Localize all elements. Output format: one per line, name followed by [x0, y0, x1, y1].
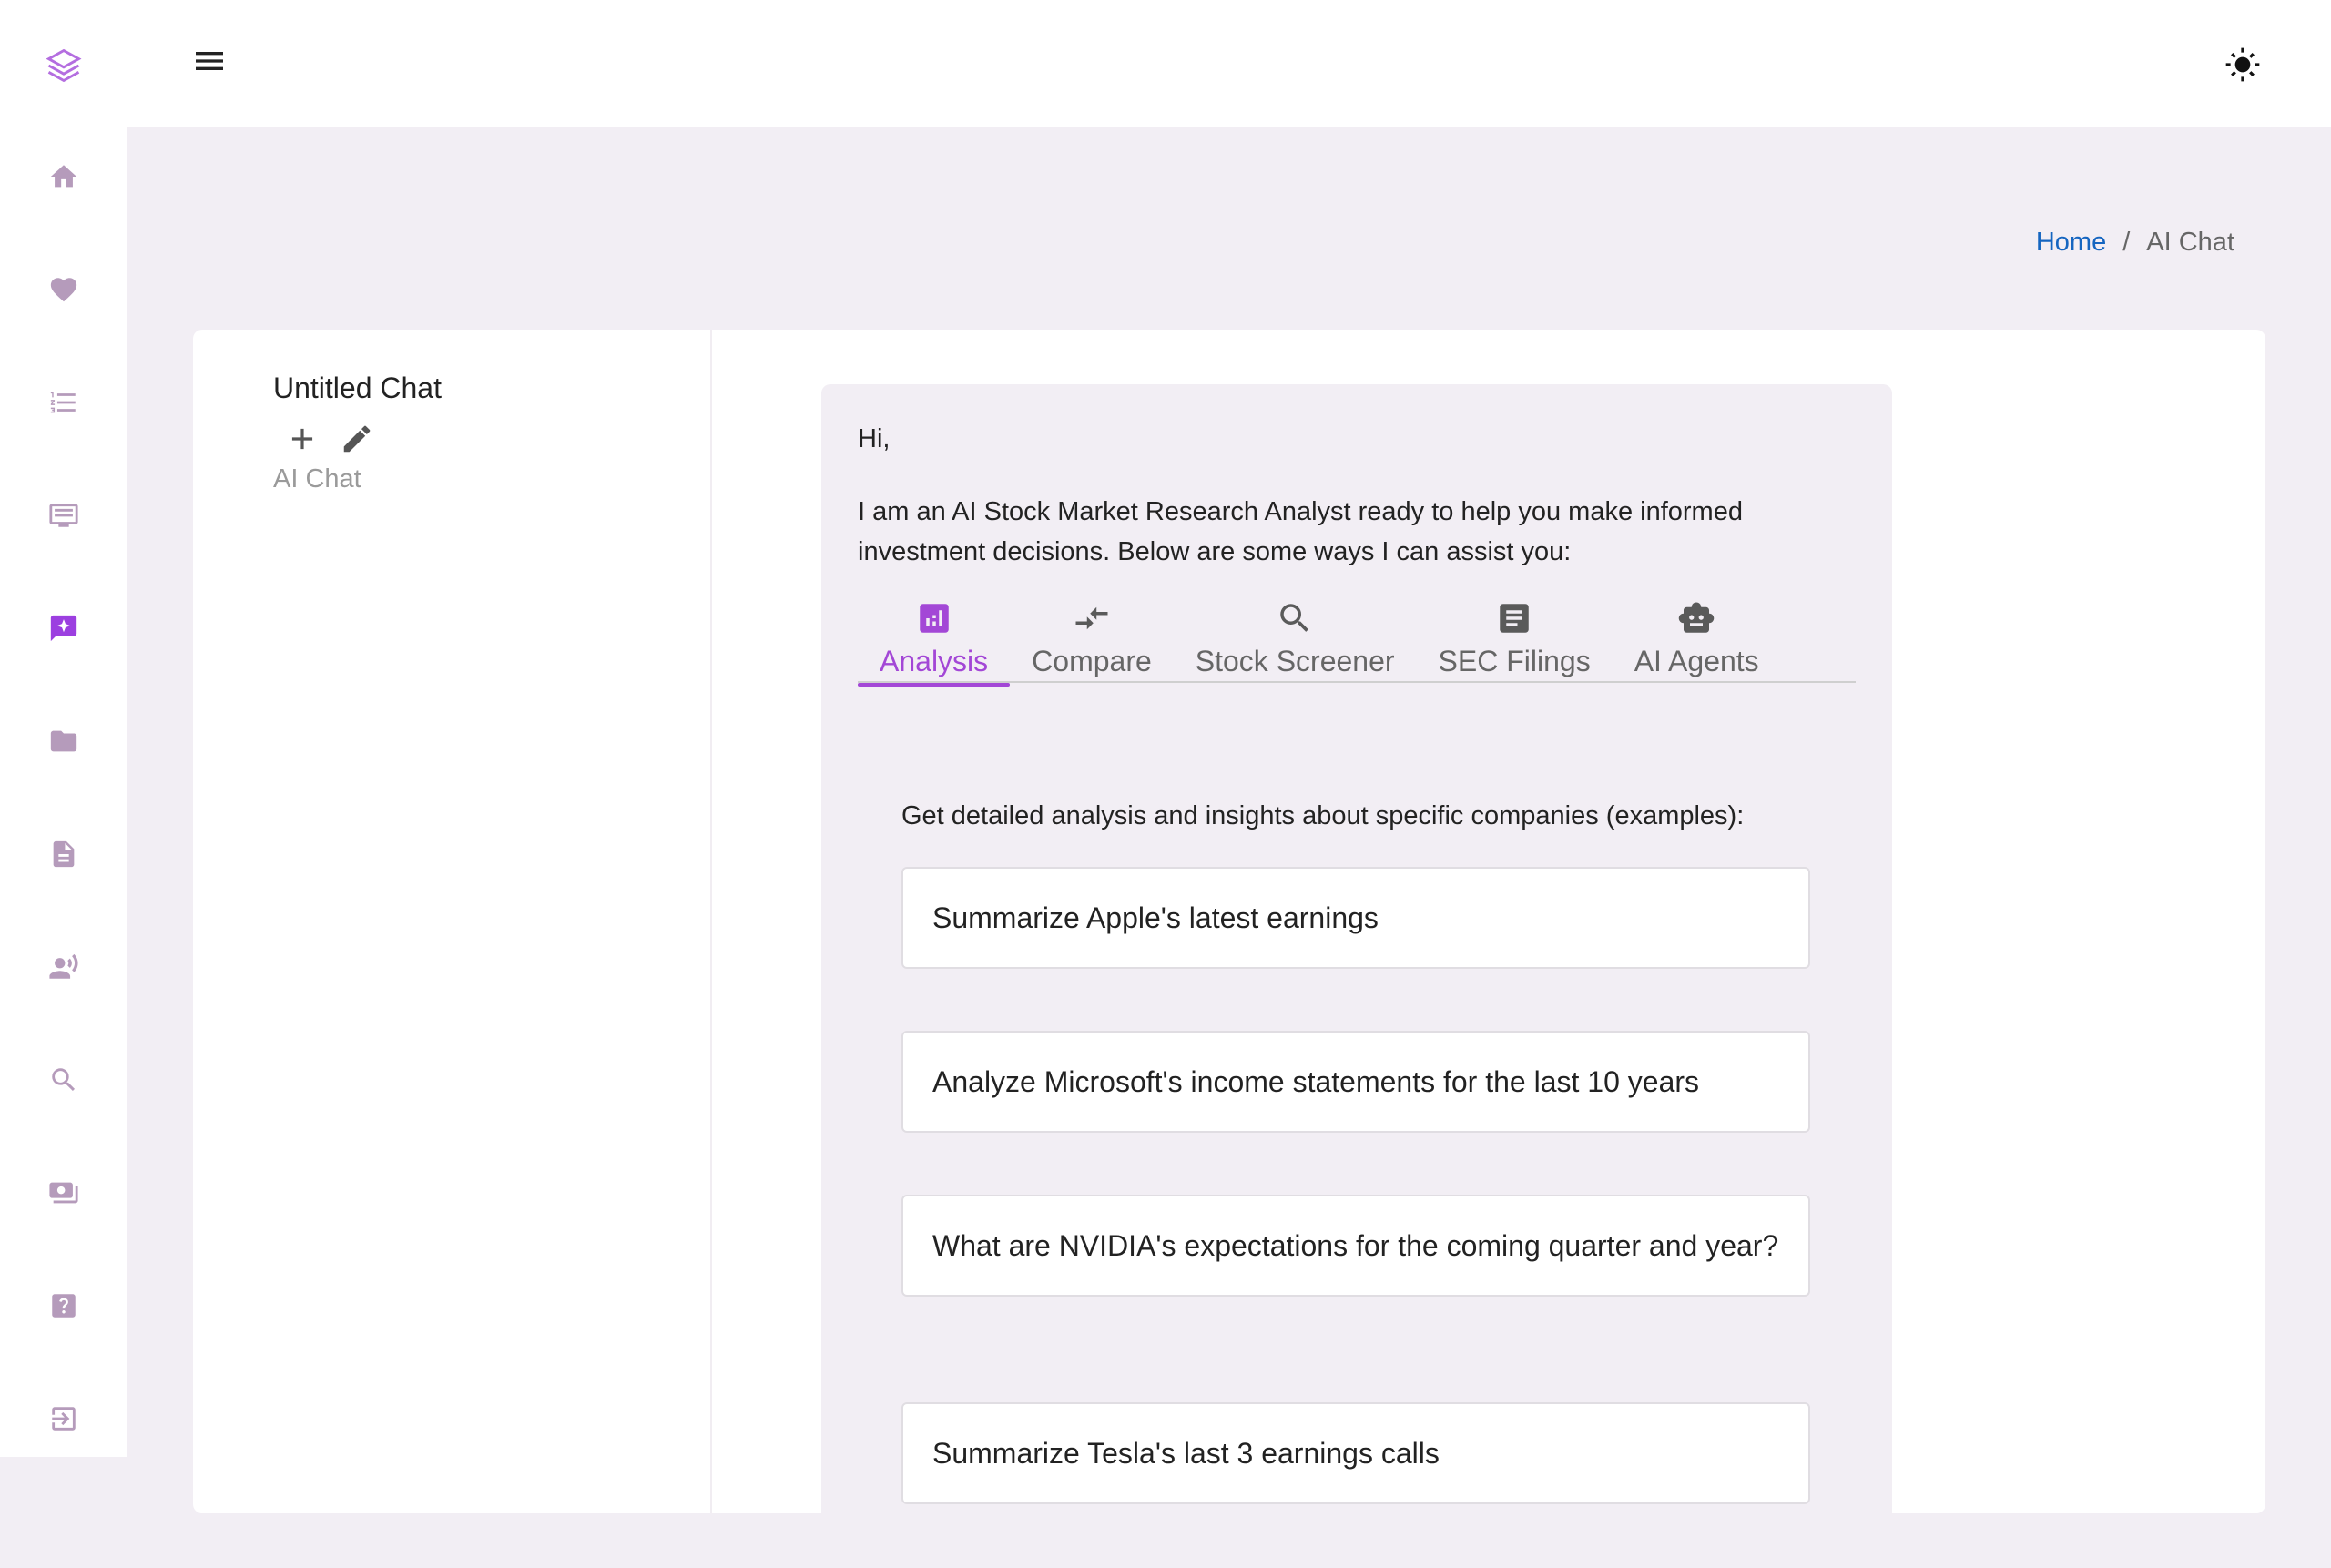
tab-stock-screener[interactable]: Stock Screener	[1174, 592, 1417, 681]
tab-sec-filings[interactable]: SEC Filings	[1417, 592, 1613, 681]
bar-chart-icon	[919, 604, 949, 633]
search-icon	[1280, 604, 1308, 632]
greeting-text: Hi,	[858, 424, 891, 453]
chat-subtitle[interactable]: AI Chat	[273, 464, 361, 494]
chat-message-panel: Hi, I am an AI Stock Market Research Ana…	[821, 384, 1892, 1568]
tab-compare[interactable]: Compare	[1010, 592, 1174, 681]
example-prompt-apple[interactable]: Summarize Apple's latest earnings	[901, 867, 1810, 969]
rename-chat-button[interactable]	[335, 417, 379, 461]
compare-arrows-icon	[1075, 606, 1108, 630]
help-icon[interactable]	[33, 1275, 95, 1337]
ai-chat-icon[interactable]	[33, 597, 95, 659]
list-icon[interactable]	[33, 372, 95, 433]
tab-description: Get detailed analysis and insights about…	[901, 801, 1745, 830]
new-chat-button[interactable]	[280, 417, 324, 461]
top-bar	[127, 0, 2331, 127]
example-prompt-tesla[interactable]: Summarize Tesla's last 3 earnings calls	[901, 1402, 1810, 1504]
document-icon[interactable]	[33, 823, 95, 885]
tab-label: Stock Screener	[1195, 645, 1395, 677]
voice-icon[interactable]	[33, 936, 95, 998]
main-card: Untitled Chat AI Chat Hi, I am an AI Sto…	[193, 330, 2265, 1568]
capability-tabs: Analysis Compare Stock Screener SEC Fili…	[858, 592, 1856, 687]
heart-icon[interactable]	[33, 259, 95, 321]
breadcrumb-home-link[interactable]: Home	[2036, 228, 2106, 258]
screen-icon[interactable]	[33, 484, 95, 546]
folder-icon[interactable]	[33, 710, 95, 772]
logo-icon[interactable]	[33, 35, 95, 97]
money-icon[interactable]	[33, 1162, 95, 1224]
tab-analysis[interactable]: Analysis	[858, 592, 1011, 687]
search-icon[interactable]	[33, 1049, 95, 1111]
tab-ai-agents[interactable]: AI Agents	[1613, 592, 1781, 681]
example-prompt-microsoft[interactable]: Analyze Microsoft's income statements fo…	[901, 1031, 1810, 1133]
chat-sidebar: Untitled Chat AI Chat	[193, 330, 712, 1513]
document-icon	[1500, 604, 1529, 633]
breadcrumb-current: AI Chat	[2146, 228, 2234, 257]
breadcrumb: Home / AI Chat	[2036, 228, 2234, 258]
plus-icon	[291, 428, 313, 450]
tab-label: Compare	[1032, 645, 1152, 677]
menu-icon[interactable]	[182, 38, 237, 84]
chat-actions	[280, 417, 379, 461]
tab-label: AI Agents	[1634, 645, 1759, 677]
robot-icon	[1678, 602, 1715, 633]
chat-title: Untitled Chat	[273, 372, 442, 404]
logout-icon[interactable]	[33, 1388, 95, 1450]
pencil-icon	[343, 425, 371, 453]
intro-text: I am an AI Stock Market Research Analyst…	[858, 497, 1743, 566]
tab-label: SEC Filings	[1438, 645, 1591, 677]
example-prompt-nvidia[interactable]: What are NVIDIA's expectations for the c…	[901, 1195, 1810, 1297]
sun-icon[interactable]	[2218, 40, 2267, 89]
breadcrumb-separator: /	[2122, 228, 2131, 257]
home-icon[interactable]	[33, 146, 95, 208]
tab-label: Analysis	[880, 645, 989, 677]
sidebar	[0, 0, 127, 1457]
